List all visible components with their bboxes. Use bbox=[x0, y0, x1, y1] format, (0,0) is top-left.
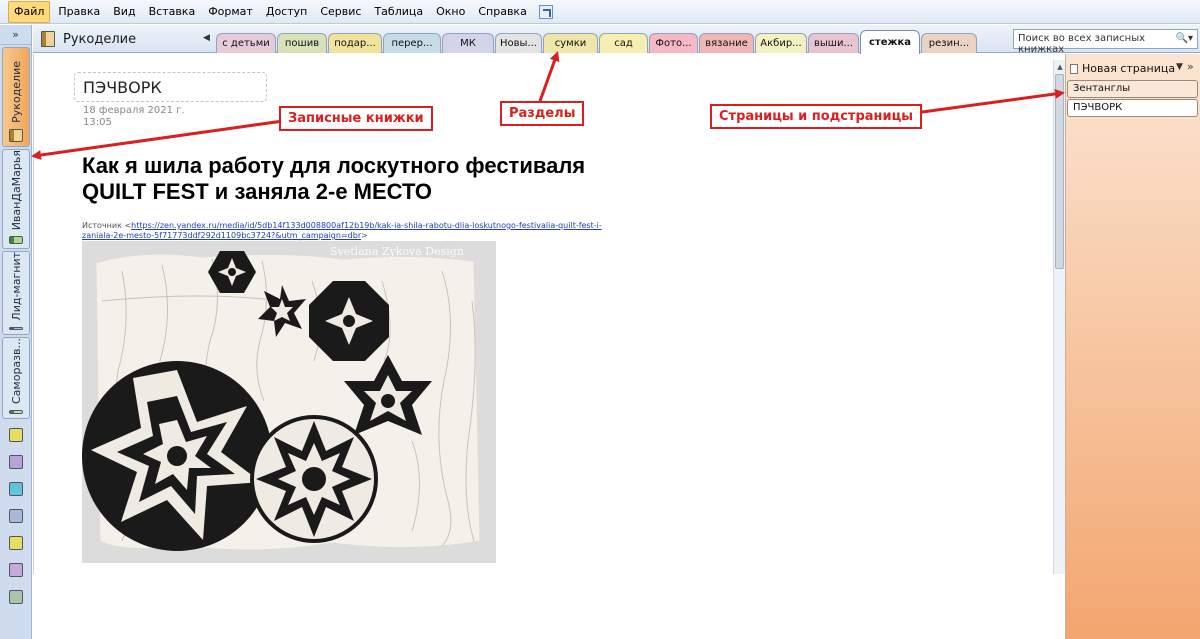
medallion-block bbox=[250, 415, 378, 543]
notebook-label: ИванДаМарья bbox=[9, 150, 23, 231]
annotation-notebooks: Записные книжки bbox=[279, 106, 433, 131]
notebook-rukodelie[interactable]: Рукоделие bbox=[2, 47, 30, 147]
page-date: 18 февраля 2021 г. bbox=[83, 105, 185, 116]
notebook-icon bbox=[9, 326, 23, 330]
notebook-samorazv[interactable]: Саморазв... bbox=[2, 337, 30, 419]
page-canvas[interactable]: ПЭЧВОРК 18 февраля 2021 г. 13:05 Как я ш… bbox=[33, 54, 1053, 574]
watermark: Svetlana Zykova Design bbox=[330, 245, 464, 258]
menu-window[interactable]: Окно bbox=[431, 2, 470, 22]
new-page-icon bbox=[1070, 63, 1078, 74]
page-scrollbar[interactable]: ▲ bbox=[1053, 60, 1065, 574]
section-tab[interactable]: резин... bbox=[921, 33, 977, 53]
tab-scroll-left-icon[interactable]: ◀ bbox=[203, 33, 210, 43]
menu-bar: Файл Правка Вид Вставка Формат Доступ Се… bbox=[0, 0, 1200, 24]
page-list: Новая страница ▼ » Зентанглы ПЭЧВОРК bbox=[1065, 54, 1200, 639]
section-tab[interactable]: с детьми bbox=[216, 33, 276, 53]
new-page-dropdown-icon[interactable]: ▼ bbox=[1176, 62, 1183, 72]
annotation-pages: Страницы и подстраницы bbox=[710, 104, 923, 129]
page-title[interactable]: ПЭЧВОРК bbox=[74, 72, 267, 102]
quilt-image[interactable]: Svetlana Zykova Design bbox=[82, 241, 496, 563]
page-list-item[interactable]: Зентанглы bbox=[1067, 80, 1198, 98]
scroll-up-icon[interactable]: ▲ bbox=[1055, 62, 1065, 72]
notebook-title-text: Рукоделие bbox=[63, 31, 137, 47]
notebook-icon[interactable] bbox=[9, 482, 23, 496]
section-tab[interactable]: вязание bbox=[699, 33, 754, 53]
section-tab[interactable]: подар... bbox=[328, 33, 382, 53]
section-tab[interactable]: Акбир... bbox=[755, 33, 807, 53]
section-tab[interactable]: сад bbox=[599, 33, 648, 53]
notebook-label: Саморазв... bbox=[9, 338, 23, 404]
notebook-icon bbox=[41, 31, 55, 47]
notebook-icon[interactable] bbox=[9, 563, 23, 577]
menu-view[interactable]: Вид bbox=[108, 2, 140, 22]
menu-edit[interactable]: Правка bbox=[53, 2, 105, 22]
notebook-icon[interactable] bbox=[9, 455, 23, 469]
octagon-block bbox=[309, 281, 389, 361]
search-placeholder: Поиск во всех записных книжках bbox=[1018, 33, 1146, 55]
page-bottom-area bbox=[33, 574, 1065, 639]
resize-icon[interactable] bbox=[538, 4, 553, 19]
menu-tools[interactable]: Сервис bbox=[315, 2, 366, 22]
collapse-nav-button[interactable]: » bbox=[0, 25, 31, 45]
onenote-window: Файл Правка Вид Вставка Формат Доступ Се… bbox=[0, 0, 1200, 639]
section-tab[interactable]: выши... bbox=[808, 33, 859, 53]
section-tab[interactable]: перер... bbox=[383, 33, 441, 53]
notebook-navigation: » Рукоделие ИванДаМарья Лид-магнит Самор… bbox=[0, 25, 32, 639]
annotation-sections: Разделы bbox=[500, 101, 585, 126]
search-icon[interactable]: 🔍▾ bbox=[1176, 33, 1193, 44]
page-heading[interactable]: Как я шила работу для лоскутного фестива… bbox=[82, 153, 622, 205]
source-end: > bbox=[361, 231, 368, 240]
menu-help[interactable]: Справка bbox=[473, 2, 531, 22]
source-line: Источник <https://zen.yandex.ru/media/id… bbox=[82, 221, 622, 241]
source-link[interactable]: https://zen.yandex.ru/media/id/5db14f133… bbox=[82, 221, 602, 240]
source-label: Источник < bbox=[82, 221, 132, 230]
section-tab[interactable]: Новы... bbox=[495, 33, 542, 53]
section-tab[interactable]: стежка bbox=[860, 30, 920, 54]
page-list-item-selected[interactable]: ПЭЧВОРК bbox=[1067, 99, 1198, 117]
notebook-icon[interactable] bbox=[9, 590, 23, 604]
page-list-collapse-button[interactable]: » bbox=[1187, 60, 1194, 73]
notebook-icon bbox=[9, 129, 23, 142]
menu-insert[interactable]: Вставка bbox=[144, 2, 201, 22]
notebook-title: Рукоделие bbox=[41, 31, 136, 47]
section-tab[interactable]: Фото... bbox=[649, 33, 698, 53]
notebook-icon[interactable] bbox=[9, 536, 23, 550]
large-star-circle bbox=[82, 361, 272, 551]
notebook-label: Лид-магнит bbox=[9, 252, 23, 321]
notebook-icon bbox=[9, 236, 23, 244]
menu-file[interactable]: Файл bbox=[8, 0, 51, 23]
new-page-label: Новая страница bbox=[1082, 62, 1176, 75]
search-input[interactable]: Поиск во всех записных книжках 🔍▾ bbox=[1013, 29, 1198, 55]
notebook-icon bbox=[9, 410, 23, 414]
menu-share[interactable]: Доступ bbox=[261, 2, 312, 22]
page-time: 13:05 bbox=[83, 117, 112, 128]
section-tab[interactable]: пошив bbox=[277, 33, 327, 53]
notebook-ivandamarya[interactable]: ИванДаМарья bbox=[2, 149, 30, 249]
notebook-label: Рукоделие bbox=[9, 61, 23, 123]
menu-table[interactable]: Таблица bbox=[369, 2, 428, 22]
notebook-icon[interactable] bbox=[9, 428, 23, 442]
menu-format[interactable]: Формат bbox=[203, 2, 258, 22]
notebook-lid-magnit[interactable]: Лид-магнит bbox=[2, 251, 30, 335]
section-tab-bar: Рукоделие ◀ с детьми пошив подар... перер..… bbox=[33, 25, 1200, 55]
scrollbar-thumb[interactable] bbox=[1055, 74, 1064, 269]
section-tab[interactable]: сумки bbox=[543, 33, 598, 53]
new-page-button[interactable]: Новая страница bbox=[1070, 62, 1175, 75]
section-tab[interactable]: МК bbox=[442, 33, 494, 53]
notebook-icon[interactable] bbox=[9, 509, 23, 523]
